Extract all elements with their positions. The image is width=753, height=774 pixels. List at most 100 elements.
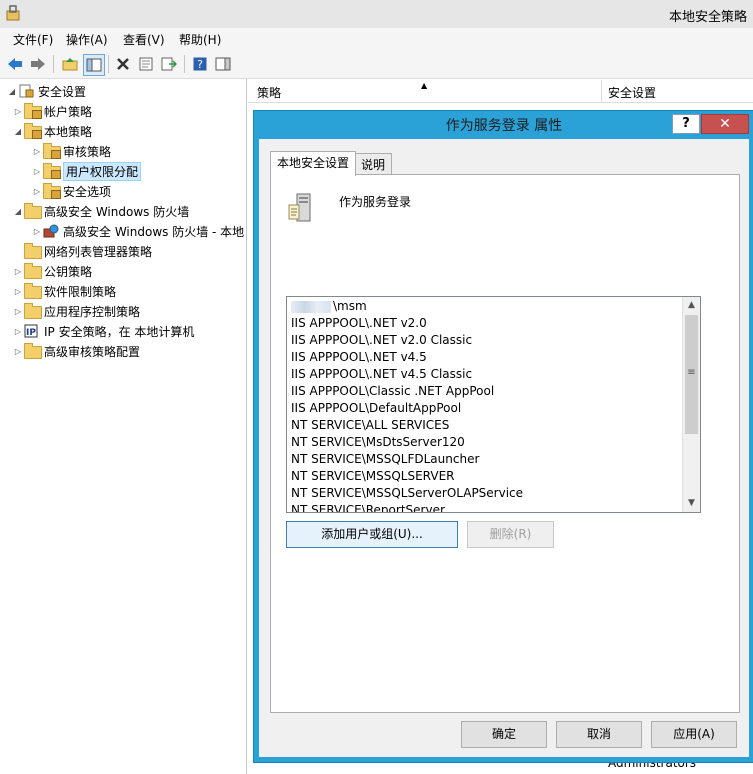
svg-text:?: ?	[197, 58, 203, 71]
toolbar-separator	[53, 55, 54, 73]
add-user-or-group-button[interactable]: 添加用户或组(U)...	[286, 521, 458, 548]
properties-dialog: 作为服务登录 属性 ? ✕ 本地安全设置 说明 作为服务登录 \msm IIS A…	[253, 110, 753, 763]
help-icon[interactable]: ?	[190, 54, 210, 74]
tree-node-label: 应用程序控制策略	[44, 304, 141, 319]
tree-node-security-settings[interactable]: ◢ 安全设置	[6, 81, 86, 101]
expand-icon[interactable]: ▷	[31, 187, 43, 196]
folder-icon	[24, 303, 42, 319]
tree-node-label: 网络列表管理器策略	[44, 244, 153, 259]
collapse-icon[interactable]: ◢	[12, 207, 24, 216]
tree-node-app-control[interactable]: ▷ 应用程序控制策略	[12, 301, 140, 321]
ip-security-icon: IP	[24, 324, 40, 338]
menu-view[interactable]: 查看(V)	[123, 31, 165, 48]
tree-node-account-policies[interactable]: ▷ 帐户策略	[12, 101, 92, 121]
tree-node-audit-policy[interactable]: ▷ 审核策略	[31, 141, 111, 161]
tree-node-local-policies[interactable]: ◢ 本地策略	[12, 121, 92, 141]
toolbar-separator	[108, 55, 109, 73]
scroll-down-icon[interactable]: ▼	[683, 495, 700, 512]
expand-icon[interactable]: ▷	[31, 167, 43, 176]
properties-icon[interactable]	[136, 54, 156, 74]
sort-ascending-icon: ▲	[421, 81, 428, 90]
menu-file[interactable]: 文件(F)	[13, 31, 53, 48]
ok-button[interactable]: 确定	[461, 721, 547, 748]
collapse-icon[interactable]: ◢	[6, 87, 18, 96]
account-list-item[interactable]: NT SERVICE\MSSQLServerOLAPService	[291, 486, 523, 503]
tree-node-label: 高级安全 Windows 防火墙 - 本地	[63, 224, 245, 239]
cancel-button[interactable]: 取消	[556, 721, 642, 748]
show-hide-tree-icon[interactable]	[83, 54, 105, 76]
expand-icon[interactable]: ▷	[31, 147, 43, 156]
account-list-item[interactable]: IIS APPPOOL\.NET v4.5	[291, 350, 427, 367]
column-policy[interactable]: 策略	[257, 84, 281, 101]
folder-lock-icon	[43, 163, 61, 179]
window-title: 本地安全策略	[668, 10, 747, 25]
dialog-close-button[interactable]: ✕	[701, 114, 749, 134]
svg-text:IP: IP	[26, 328, 36, 338]
scroll-grip-icon: ≡	[687, 367, 696, 378]
tree-node-user-rights-assignment[interactable]: ▷ 用户权限分配	[31, 161, 142, 181]
console-tree: ◢ 安全设置 ▷ 帐户策略 ◢ 本地策略 ▷ 审核策略 ▷ 用户权限分配 ▷ 安…	[0, 79, 247, 774]
local-security-policy-icon	[6, 5, 20, 21]
tree-node-software-restriction[interactable]: ▷ 软件限制策略	[12, 281, 116, 301]
tree-node-public-key[interactable]: ▷ 公钥策略	[12, 261, 92, 281]
tree-node-label-selected: 用户权限分配	[63, 161, 142, 181]
delete-icon[interactable]	[113, 54, 133, 74]
export-list-icon[interactable]	[159, 54, 179, 74]
tree-node-label: 软件限制策略	[44, 284, 117, 299]
tree-node-firewall-local[interactable]: ▷ 高级安全 Windows 防火墙 - 本地	[31, 221, 244, 241]
tab-panel: 作为服务登录 \msm IIS APPPOOL\.NET v2.0 IIS APPP…	[270, 174, 740, 713]
account-list-item[interactable]: IIS APPPOOL\Classic .NET AppPool	[291, 384, 494, 401]
tree-node-network-list[interactable]: 网络列表管理器策略	[12, 241, 152, 261]
expand-icon[interactable]: ▷	[12, 307, 24, 316]
redacted-name-block	[291, 300, 331, 313]
forward-icon[interactable]	[28, 54, 48, 74]
menu-bar: 文件(F) 操作(A) 查看(V) 帮助(H)	[0, 28, 753, 50]
tab-local-security-setting[interactable]: 本地安全设置	[270, 151, 357, 176]
apply-button[interactable]: 应用(A)	[651, 721, 737, 748]
tree-node-label: 安全设置	[38, 84, 87, 99]
tree-node-label: 高级安全 Windows 防火墙	[44, 204, 190, 219]
tree-node-firewall[interactable]: ◢ 高级安全 Windows 防火墙	[12, 201, 189, 221]
scroll-up-icon[interactable]: ▲	[683, 297, 700, 314]
account-list-item[interactable]: NT SERVICE\MsDtsServer120	[291, 435, 465, 452]
expand-icon[interactable]: ▷	[31, 227, 43, 236]
account-name: \msm	[333, 299, 367, 313]
firewall-icon	[43, 224, 59, 238]
back-icon[interactable]	[5, 54, 25, 74]
column-separator[interactable]	[601, 80, 602, 102]
account-list-item[interactable]: IIS APPPOOL\.NET v4.5 Classic	[291, 367, 472, 384]
server-policy-icon	[288, 193, 311, 222]
column-security-setting[interactable]: 安全设置	[608, 84, 656, 101]
action-pane-icon[interactable]	[213, 54, 233, 74]
account-list-item[interactable]: IIS APPPOOL\DefaultAppPool	[291, 401, 461, 418]
expand-icon[interactable]: ▷	[12, 347, 24, 356]
vertical-scrollbar[interactable]: ▲ ≡ ▼	[682, 297, 700, 512]
expand-icon[interactable]: ▷	[12, 287, 24, 296]
account-list-item[interactable]: NT SERVICE\MSSQLSERVER	[291, 469, 454, 486]
tree-node-advanced-audit[interactable]: ▷ 高级审核策略配置	[12, 341, 140, 361]
dialog-help-button[interactable]: ?	[672, 114, 700, 134]
folder-icon	[24, 263, 42, 279]
tree-node-label: IP 安全策略，在 本地计算机	[44, 324, 195, 339]
tree-node-security-options[interactable]: ▷ 安全选项	[31, 181, 111, 201]
remove-button[interactable]: 删除(R)	[467, 521, 554, 548]
account-list-item[interactable]: \msm	[291, 299, 367, 316]
accounts-listbox[interactable]: \msm IIS APPPOOL\.NET v2.0 IIS APPPOOL\.NE…	[286, 296, 701, 513]
tree-node-label: 审核策略	[63, 144, 112, 159]
account-list-item[interactable]: NT SERVICE\ALL SERVICES	[291, 418, 449, 435]
account-list-item[interactable]: IIS APPPOOL\.NET v2.0	[291, 316, 427, 333]
tree-node-label: 公钥策略	[44, 264, 93, 279]
expand-icon[interactable]: ▷	[12, 107, 24, 116]
expand-icon[interactable]: ▷	[12, 327, 24, 336]
up-folder-icon[interactable]	[60, 54, 80, 74]
security-settings-icon	[18, 84, 34, 98]
account-list-item[interactable]: NT SERVICE\ReportServer	[291, 503, 445, 512]
expand-icon[interactable]: ▷	[12, 267, 24, 276]
account-list-item[interactable]: IIS APPPOOL\.NET v2.0 Classic	[291, 333, 472, 350]
policy-list-header: 策略 ▲ 安全设置	[248, 80, 753, 103]
account-list-item[interactable]: NT SERVICE\MSSQLFDLauncher	[291, 452, 479, 469]
menu-help[interactable]: 帮助(H)	[179, 31, 221, 48]
menu-action[interactable]: 操作(A)	[66, 31, 108, 48]
collapse-icon[interactable]: ◢	[12, 127, 24, 136]
tree-node-ip-security[interactable]: ▷ IP IP 安全策略，在 本地计算机	[12, 321, 194, 341]
